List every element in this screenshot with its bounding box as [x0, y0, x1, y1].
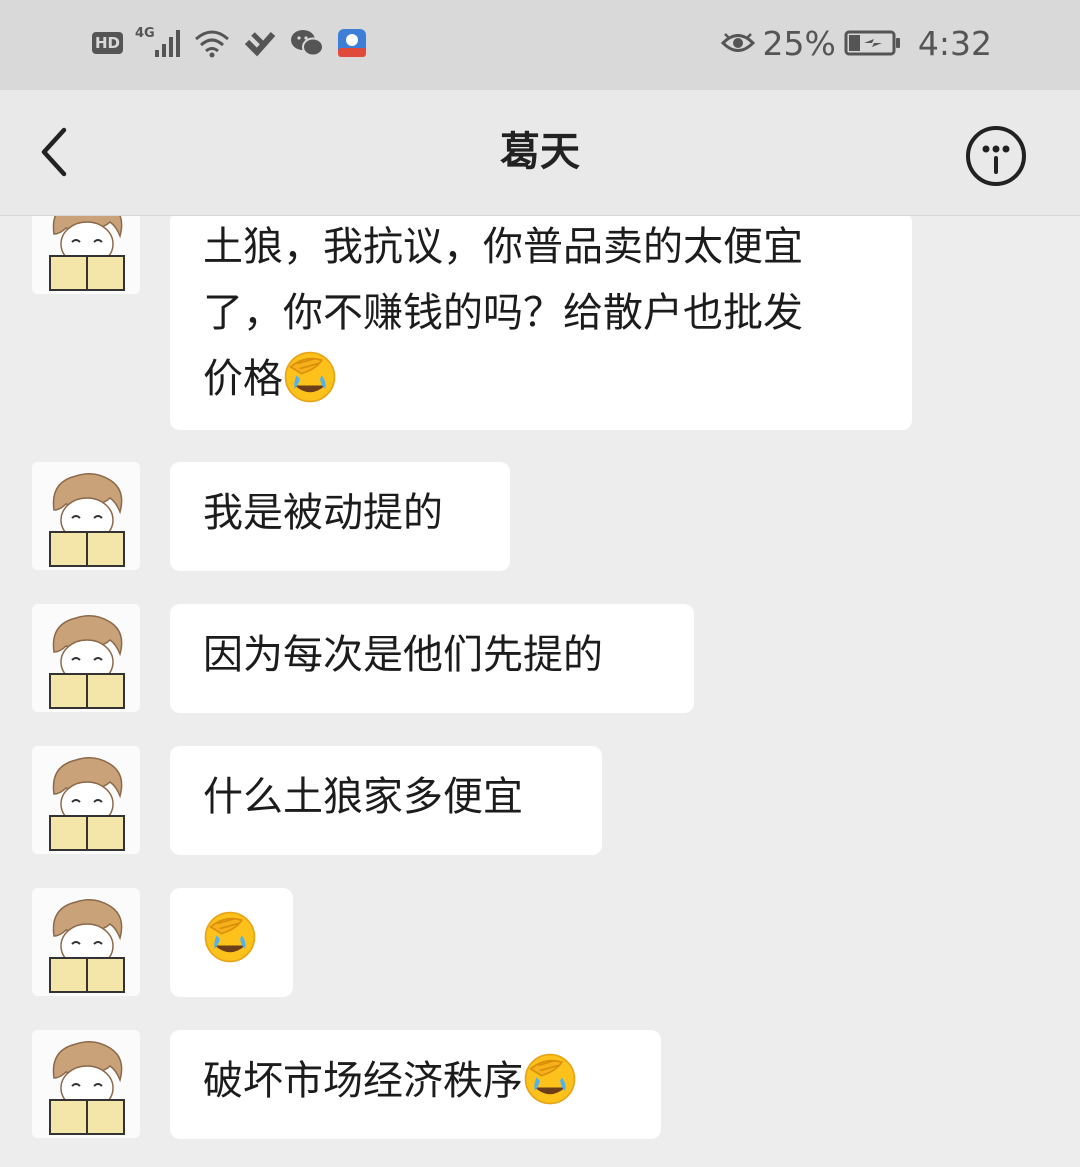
chat-title: 葛天: [500, 129, 580, 175]
facepalm-emoji: [523, 1052, 577, 1106]
facepalm-emoji: [203, 910, 257, 964]
battery-percent: 25%: [762, 23, 836, 63]
chat-header: 葛天: [0, 90, 1080, 216]
message-bubble[interactable]: [170, 888, 293, 997]
message-text: 我是被动提的: [203, 490, 443, 536]
wechat-icon: [291, 30, 325, 57]
message-text: 价格: [203, 356, 283, 402]
message-text-line: 了，你不赚钱的吗？给散户也批发: [203, 290, 803, 336]
signal-4g-icon: 4G: [135, 26, 181, 58]
message-bubble[interactable]: 土狼，我抗议，你普品卖的太便宜 了，你不赚钱的吗？给散户也批发 价格: [170, 216, 912, 430]
hd-icon: HD: [92, 32, 124, 54]
message-text-line: 价格: [203, 346, 880, 412]
status-bar: HD 4G 25% 4:32: [0, 0, 1080, 90]
message-bubble[interactable]: 因为每次是他们先提的: [170, 604, 694, 713]
avatar[interactable]: [32, 888, 140, 996]
more-options-icon[interactable]: [962, 122, 1030, 190]
message-text: 什么土狼家多便宜: [203, 774, 523, 820]
avatar[interactable]: [32, 462, 140, 570]
clock-time: 4:32: [917, 23, 992, 63]
message-bubble[interactable]: 我是被动提的: [170, 462, 510, 571]
wifi-icon: [195, 30, 230, 58]
eye-comfort-icon: [720, 33, 755, 52]
status-right: 25% 4:32: [720, 22, 992, 64]
battery-charging-icon: [844, 30, 900, 56]
message-bubble[interactable]: 什么土狼家多便宜: [170, 746, 602, 855]
avatar[interactable]: [32, 746, 140, 854]
facepalm-emoji: [283, 350, 337, 404]
avatar[interactable]: [32, 216, 140, 294]
status-left-icons: HD 4G: [92, 26, 367, 60]
avatar[interactable]: [32, 1030, 140, 1138]
message-list[interactable]: 土狼，我抗议，你普品卖的太便宜 了，你不赚钱的吗？给散户也批发 价格 我是被动提…: [0, 216, 1080, 1167]
nfc-icon: [244, 32, 276, 57]
avatar[interactable]: [32, 604, 140, 712]
message-text: 破坏市场经济秩序: [203, 1058, 523, 1104]
message-text-line: 土狼，我抗议，你普品卖的太便宜: [203, 224, 803, 270]
app-notification-icon: [338, 29, 367, 57]
message-bubble[interactable]: 破坏市场经济秩序: [170, 1030, 661, 1139]
message-text: 因为每次是他们先提的: [203, 632, 603, 678]
